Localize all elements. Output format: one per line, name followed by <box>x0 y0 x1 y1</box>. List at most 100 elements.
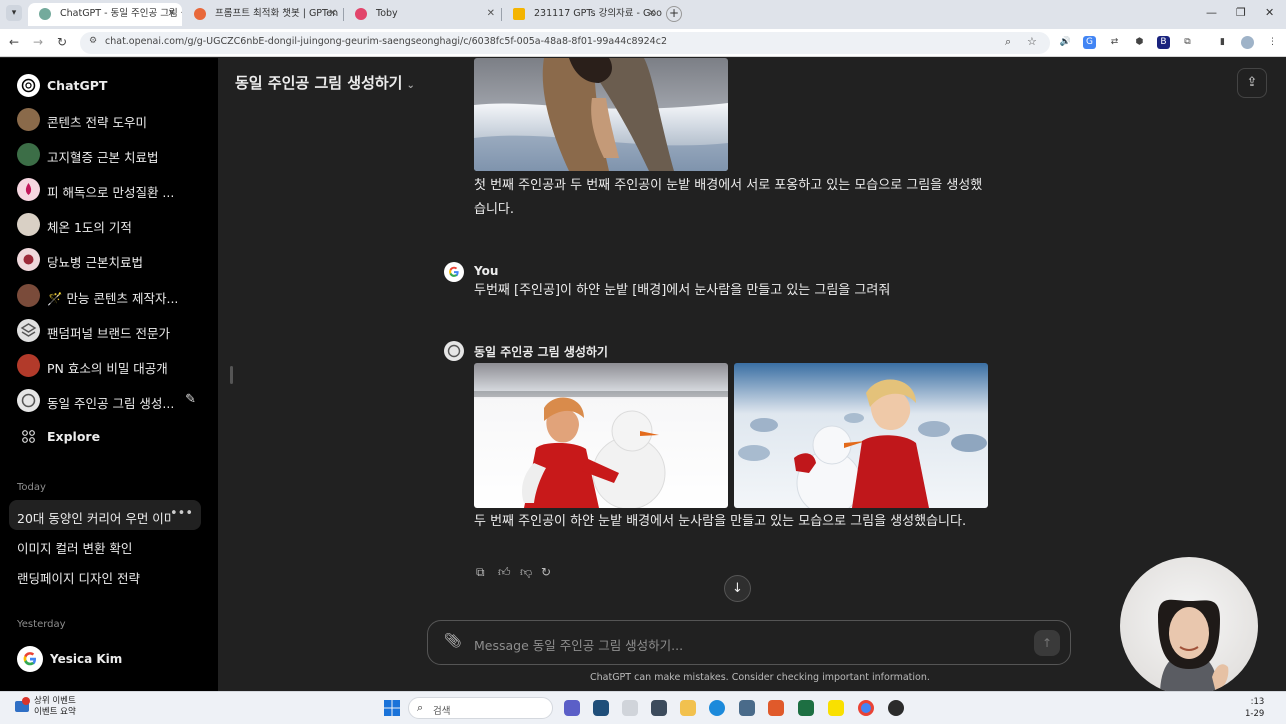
speaker-icon[interactable]: 🔊 <box>1059 36 1072 49</box>
close-tab-icon[interactable]: ✕ <box>487 3 495 25</box>
tab-chatgpt[interactable]: ChatGPT - 동일 주인공 그림 생 ✕ <box>28 3 182 26</box>
tab-search-icon[interactable]: ▾ <box>6 5 22 21</box>
generated-image-embrace[interactable] <box>474 58 728 171</box>
message-author: You <box>474 264 499 278</box>
thumbs-down-icon[interactable]: 👎︎ <box>520 565 532 580</box>
new-tab-plus-icon[interactable]: + <box>666 6 682 22</box>
close-tab-icon[interactable]: ✕ <box>168 3 176 25</box>
regenerate-icon[interactable]: ↻ <box>541 565 551 579</box>
gpt-avatar-icon <box>17 178 40 201</box>
kakaotalk-icon[interactable] <box>828 700 844 716</box>
conversation-item[interactable]: 랜딩페이지 디자인 전략 <box>9 560 201 590</box>
chatgpt-favicon-icon <box>39 8 51 20</box>
sidebar: ChatGPT 콘텐츠 전략 도우미 고지혈증 근본 치료법 피 해독으로 만성… <box>0 58 218 691</box>
widgets-app-icon[interactable] <box>593 700 609 716</box>
notepad-icon[interactable] <box>739 700 755 716</box>
tab-prompt-chatbot[interactable]: 프롬프트 최적화 챗봇 | GPTen ✕ <box>183 3 343 26</box>
more-options-icon[interactable]: ••• <box>170 506 193 521</box>
news-widget-icon[interactable] <box>13 696 33 716</box>
user-message-text: 두번째 [주인공]이 하얀 눈밭 [배경]에서 눈사람을 만들고 있는 그림을 … <box>474 283 891 298</box>
sidebar-gpt-item[interactable]: 체온 1도의 기적 <box>12 209 208 241</box>
message-composer[interactable]: 📎︎ Message 동일 주인공 그림 생성하기... ↑ <box>427 620 1071 665</box>
user-profile-button[interactable]: Yesica Kim <box>12 642 208 678</box>
sidebar-gpt-item[interactable]: 피 해독으로 만성질환 ... <box>12 174 208 206</box>
search-icon: ⌕ <box>417 701 424 714</box>
extension-hexagon-icon[interactable]: ⬢ <box>1133 36 1146 49</box>
chrome-icon[interactable] <box>858 700 874 716</box>
windows-start-icon[interactable] <box>384 700 400 716</box>
sidebar-gpt-item[interactable]: 콘텐츠 전략 도우미 <box>12 104 208 136</box>
close-window-icon[interactable]: ✕ <box>1265 6 1274 19</box>
generated-image-snowman-1[interactable] <box>474 363 728 508</box>
new-chat-edit-icon[interactable]: ✎ <box>185 392 196 407</box>
close-tab-icon[interactable]: ✕ <box>329 3 337 25</box>
excel-icon[interactable] <box>798 700 814 716</box>
sidebar-gpt-item[interactable]: 고지혈증 근본 치료법 <box>12 139 208 171</box>
conversation-item[interactable]: 이미지 컬러 변환 확인 <box>9 530 201 560</box>
extensions-puzzle-icon[interactable]: ⧉ <box>1181 36 1194 49</box>
file-explorer-icon[interactable] <box>680 700 696 716</box>
sidebar-gpt-item[interactable]: 🪄 만능 콘텐츠 제작자... <box>12 280 208 312</box>
message-input[interactable]: Message 동일 주인공 그림 생성하기... <box>474 635 683 654</box>
scroll-down-arrow-icon[interactable]: ↓ <box>724 575 751 602</box>
conversation-item-active[interactable]: 20대 동양인 커리어 우먼 이미 ••• <box>9 500 201 530</box>
extension-b-icon[interactable]: B <box>1157 36 1170 49</box>
calculator-icon[interactable] <box>651 700 667 716</box>
sidebar-gpt-item[interactable]: 당뇨병 근본치료법 <box>12 244 208 276</box>
snipping-tool-icon[interactable] <box>768 700 784 716</box>
share-icon[interactable]: ⇪ <box>1237 68 1267 98</box>
obs-recorder-icon[interactable] <box>888 700 904 716</box>
tab-google-slides[interactable]: 231117 GPTs 강의자료 - Goo ✕ <box>502 3 662 26</box>
kebab-menu-icon[interactable]: ⋮ <box>1266 36 1279 49</box>
side-panel-icon[interactable]: ▮ <box>1216 36 1229 49</box>
attach-paperclip-icon[interactable]: 📎︎ <box>444 633 462 649</box>
copy-icon[interactable]: ⧉ <box>476 565 485 580</box>
assistant-message-text: 첫 번째 주인공과 두 번째 주인공이 눈밭 배경에서 서로 포옹하고 있는 모… <box>474 178 983 217</box>
translate-icon[interactable]: G <box>1083 36 1096 49</box>
gpt-selector[interactable]: 동일 주인공 그림 생성하기 ⌄ <box>235 72 415 93</box>
grid-icon <box>17 425 40 448</box>
tab-strip: ▾ ChatGPT - 동일 주인공 그림 생 ✕ 프롬프트 최적화 챗봇 | … <box>0 0 1286 29</box>
gpt-avatar-icon <box>444 341 464 361</box>
minimize-icon[interactable]: — <box>1206 6 1217 19</box>
gpt-avatar-icon <box>17 389 40 412</box>
send-arrow-icon[interactable]: ↑ <box>1034 630 1060 656</box>
close-tab-icon[interactable]: ✕ <box>648 3 656 25</box>
settings-gear-icon[interactable] <box>622 700 638 716</box>
taskbar-search[interactable]: ⌕ 검색 <box>408 697 553 719</box>
assistant-message-text: 두 번째 주인공이 하얀 눈밭 배경에서 눈사람을 만들고 있는 모습으로 그림… <box>474 514 967 529</box>
forward-icon[interactable]: → <box>33 35 43 49</box>
sidebar-gpt-item-active[interactable]: 동일 주인공 그림 생성... ✎ <box>12 385 208 417</box>
url-text[interactable]: chat.openai.com/g/g-UGCZC6nbE-dongil-jui… <box>105 36 667 47</box>
windows-taskbar: 상위 이벤트 이벤트 요약 ⌕ 검색 :13 1-29 <box>0 691 1286 724</box>
teams-chat-icon[interactable] <box>564 700 580 716</box>
maximize-icon[interactable]: ❐ <box>1236 6 1246 19</box>
sidebar-toggle-handle[interactable] <box>230 366 233 384</box>
zoom-icon[interactable]: ⌕ <box>1005 35 1011 49</box>
profile-avatar-icon[interactable] <box>1241 36 1254 49</box>
edge-browser-icon[interactable] <box>709 700 725 716</box>
section-today: Today <box>17 482 46 493</box>
star-icon[interactable]: ☆ <box>1027 35 1037 48</box>
google-avatar-icon <box>17 646 43 672</box>
sidebar-gpt-item[interactable]: 팬덤퍼널 브랜드 전문가 <box>12 315 208 347</box>
gpt-avatar-icon <box>17 108 40 131</box>
gptenglish-favicon-icon <box>194 8 206 20</box>
news-widget[interactable]: 상위 이벤트 이벤트 요약 <box>34 696 76 718</box>
back-icon[interactable]: ← <box>9 35 19 49</box>
translate-alt-icon[interactable]: ⇄ <box>1108 36 1121 49</box>
site-info-icon[interactable]: ⚙ <box>89 36 97 46</box>
system-clock[interactable]: :13 1-29 <box>1245 696 1264 720</box>
slides-favicon-icon <box>513 8 525 20</box>
gpt-avatar-icon <box>17 248 40 271</box>
sidebar-explore[interactable]: Explore <box>12 421 208 453</box>
thumbs-up-icon[interactable]: 👍︎ <box>498 565 511 580</box>
tab-toby[interactable]: Toby ✕ <box>344 3 501 26</box>
generated-image-snowman-2[interactable] <box>734 363 988 508</box>
sidebar-chatgpt[interactable]: ChatGPT <box>12 70 208 102</box>
gpt-avatar-icon <box>17 143 40 166</box>
reload-icon[interactable]: ↻ <box>57 35 67 49</box>
address-bar[interactable]: ⚙ chat.openai.com/g/g-UGCZC6nbE-dongil-j… <box>80 32 1050 54</box>
chevron-down-icon: ⌄ <box>406 80 415 91</box>
sidebar-gpt-item[interactable]: PN 효소의 비밀 대공개 <box>12 350 208 382</box>
